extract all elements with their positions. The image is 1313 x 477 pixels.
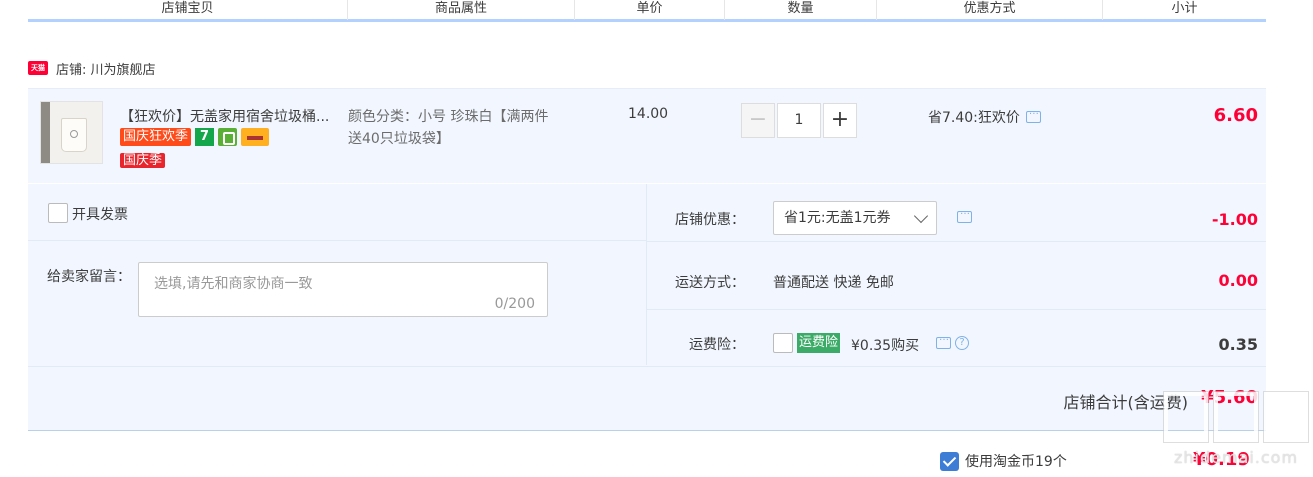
product-thumbnail[interactable] bbox=[40, 101, 103, 164]
header-col-subtotal: 小计 bbox=[1171, 1, 1198, 16]
thumbnail-stripe bbox=[41, 102, 50, 163]
promo-tag-row2: 国庆季 bbox=[120, 152, 166, 170]
discount-info-icon[interactable] bbox=[1025, 106, 1041, 123]
taojinbi-row: 使用淘金币19个 bbox=[940, 451, 1067, 471]
use-coins-label: 使用淘金币19个 bbox=[965, 454, 1067, 470]
insurance-value: 0.35 bbox=[1218, 335, 1258, 354]
quantity-input[interactable]: 1 bbox=[777, 103, 821, 138]
message-char-count: 0/200 bbox=[494, 296, 535, 312]
shop-total-row: 店铺合计(含运费) ¥5.60 bbox=[28, 366, 1266, 430]
order-details: 开具发票 给卖家留言： 选填,请先和商家协商一致 0/200 店铺优惠： 省1元… bbox=[28, 184, 1266, 431]
help-icon[interactable]: ? bbox=[955, 336, 969, 350]
header-col-discount: 优惠方式 bbox=[877, 0, 1103, 20]
shipping-method: 普通配送 快递 免邮 bbox=[773, 275, 894, 291]
product-attributes: 颜色分类：小号 珍珠白【满两件 送40只垃圾袋】 bbox=[348, 106, 588, 150]
invoice-checkbox[interactable] bbox=[48, 203, 68, 223]
tmall-icon: 天猫 bbox=[28, 61, 48, 75]
promo-tags: 国庆狂欢季 7 bbox=[120, 128, 270, 146]
shop-discount-value: -1.00 bbox=[1211, 210, 1258, 229]
unit-price: 14.00 bbox=[628, 106, 669, 122]
shipping-label: 运送方式： bbox=[675, 275, 745, 291]
insurance-price: ¥0.35购买 bbox=[851, 338, 920, 354]
watermark-text: zhidemai.com bbox=[1173, 448, 1299, 467]
cart-item-row: 【狂欢价】无盖家用宿舍垃圾桶... 国庆狂欢季 7 国庆季 颜色分类：小号 珍珠… bbox=[28, 88, 1266, 183]
invoice-section: 开具发票 bbox=[28, 184, 647, 241]
discount-text: 省7.40:狂欢价 bbox=[928, 110, 1020, 126]
attribute-line-1: 颜色分类：小号 珍珠白【满两件 bbox=[348, 109, 549, 125]
chevron-down-icon bbox=[913, 208, 929, 224]
order-left-panel: 开具发票 给卖家留言： 选填,请先和商家协商一致 0/200 bbox=[28, 184, 647, 365]
shipping-row: 运送方式： 普通配送 快递 免邮 0.00 bbox=[647, 242, 1266, 310]
header-col-quantity: 数量 bbox=[725, 0, 877, 20]
bin-logo bbox=[70, 130, 78, 138]
message-textarea[interactable]: 选填,请先和商家协商一致 0/200 bbox=[138, 262, 548, 317]
invoice-label: 开具发票 bbox=[72, 207, 128, 223]
shop-name[interactable]: 店铺: 川为旗舰店 bbox=[56, 59, 156, 78]
use-coins-checkbox[interactable] bbox=[940, 451, 959, 471]
header-col-attribute: 商品属性 bbox=[348, 0, 575, 20]
item-discount: 省7.40:狂欢价 bbox=[928, 106, 1041, 127]
seven-day-return-icon: 7 bbox=[195, 128, 215, 146]
message-label: 给卖家留言： bbox=[47, 269, 131, 285]
shop-line: 天猫 店铺: 川为旗舰店 bbox=[28, 58, 156, 78]
shop-discount-row: 店铺优惠： 省1元:无盖1元券 -1.00 bbox=[647, 184, 1266, 242]
shop-discount-selected: 省1元:无盖1元券 bbox=[784, 210, 891, 226]
credit-card-icon bbox=[241, 128, 270, 146]
insurance-label: 运费险： bbox=[689, 337, 745, 353]
watermark-glyph-1 bbox=[1164, 392, 1208, 442]
coupon-info-icon[interactable] bbox=[957, 206, 972, 223]
guarantee-icon bbox=[218, 128, 238, 146]
shop-discount-label: 店铺优惠： bbox=[675, 212, 745, 228]
insurance-info-icon[interactable] bbox=[936, 332, 951, 349]
shop-discount-select[interactable]: 省1元:无盖1元券 bbox=[773, 201, 937, 235]
quantity-stepper: − 1 + bbox=[741, 103, 857, 138]
product-title[interactable]: 【狂欢价】无盖家用宿舍垃圾桶... bbox=[120, 106, 329, 126]
promo-tag-season: 国庆季 bbox=[120, 153, 166, 168]
message-placeholder: 选填,请先和商家协商一致 bbox=[154, 276, 313, 292]
insurance-checkbox[interactable] bbox=[773, 333, 793, 353]
header-col-unit-price: 单价 bbox=[575, 0, 725, 20]
site-watermark: zhidemai.com bbox=[1162, 392, 1310, 472]
header-col-item: 店铺宝贝 bbox=[28, 0, 348, 20]
shipping-insurance-row: 运费险： 运费险 ¥0.35购买 ? 0.35 bbox=[647, 310, 1266, 366]
watermark-glyph-3 bbox=[1264, 392, 1308, 442]
shipping-value: 0.00 bbox=[1218, 271, 1258, 290]
attribute-line-2: 送40只垃圾袋】 bbox=[348, 131, 450, 147]
quantity-increase-button[interactable]: + bbox=[823, 103, 857, 138]
quantity-decrease-button[interactable]: − bbox=[741, 103, 775, 138]
cart-table-header: 店铺宝贝 商品属性 单价 数量 优惠方式 小计 bbox=[28, 0, 1266, 22]
watermark-glyph-2 bbox=[1214, 392, 1258, 442]
insurance-badge: 运费险 bbox=[797, 333, 841, 353]
item-subtotal: 6.60 bbox=[1213, 105, 1258, 126]
promo-tag-festival: 国庆狂欢季 bbox=[120, 128, 192, 146]
